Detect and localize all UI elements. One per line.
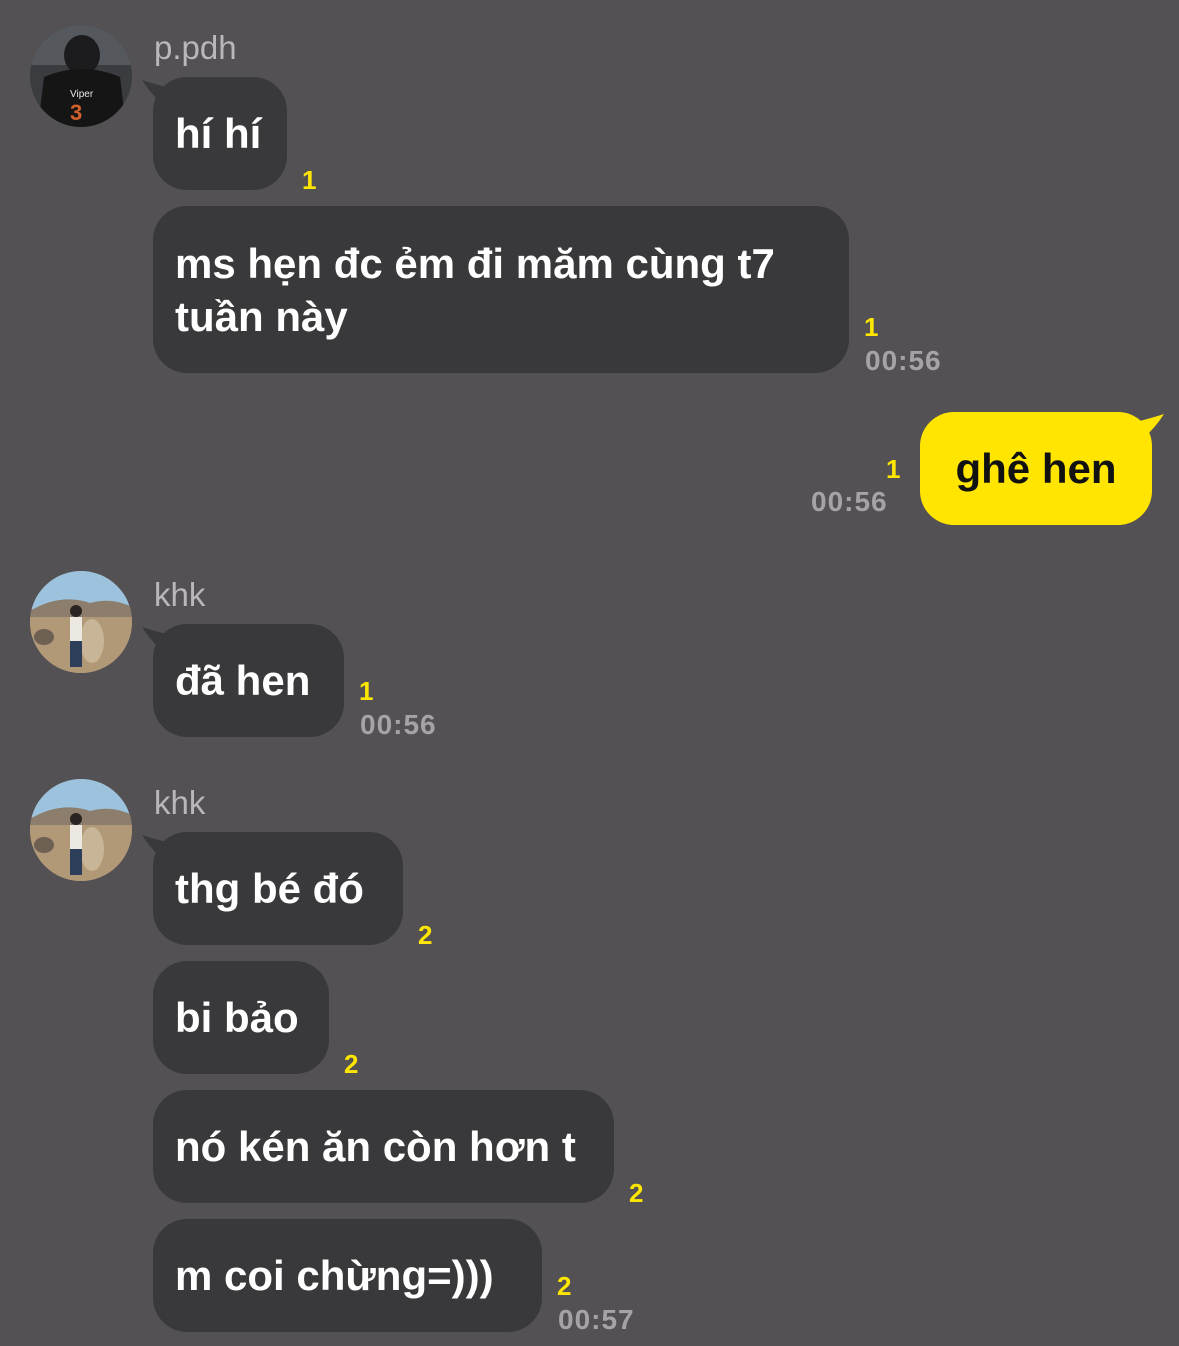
unread-count: 2 (418, 920, 433, 950)
unread-count: 2 (629, 1178, 644, 1208)
avatar-khk[interactable] (30, 779, 132, 881)
unread-count: 1 (359, 676, 374, 706)
message-timestamp: 00:56 (360, 709, 437, 740)
message-bubble[interactable]: ms hẹn đc ẻm đi măm cùng t7 tuần này (153, 206, 849, 373)
unread-count: 1 (302, 165, 317, 195)
message-bubble[interactable]: thg bé đó (153, 832, 403, 945)
sender-name-khk: khk (154, 784, 206, 821)
avatar-jersey-name: Viper (70, 89, 94, 100)
chat-thread[interactable]: Viper 3 p.pdh hí hí 1 ms hẹn đc ẻm đi mă… (0, 0, 1179, 1346)
message-bubble[interactable]: nó kén ăn còn hơn t (153, 1090, 614, 1203)
my-message-bubble[interactable]: ghê hen (920, 412, 1152, 525)
message-bubble[interactable]: đã hen (153, 624, 344, 737)
unread-count: 1 (864, 312, 879, 342)
unread-count: 2 (557, 1271, 572, 1301)
avatar-jersey-number: 3 (70, 100, 82, 125)
avatar-pdh[interactable]: Viper 3 (30, 25, 132, 127)
message-timestamp: 00:56 (865, 345, 942, 376)
unread-count: 2 (344, 1049, 359, 1079)
message-bubble[interactable]: m coi chừng=))) (153, 1219, 542, 1332)
message-timestamp: 00:57 (558, 1304, 635, 1335)
message-bubble[interactable]: hí hí (153, 77, 287, 190)
jersey-photo-icon: Viper 3 (30, 25, 132, 127)
desert-photo-icon (30, 779, 132, 881)
avatar-khk[interactable] (30, 571, 132, 673)
sender-name-khk: khk (154, 576, 206, 613)
sender-name-pdh: p.pdh (154, 29, 237, 66)
unread-count: 1 (886, 454, 901, 484)
message-bubble[interactable]: bi bảo (153, 961, 329, 1074)
desert-photo-icon (30, 571, 132, 673)
message-timestamp: 00:56 (811, 486, 888, 517)
